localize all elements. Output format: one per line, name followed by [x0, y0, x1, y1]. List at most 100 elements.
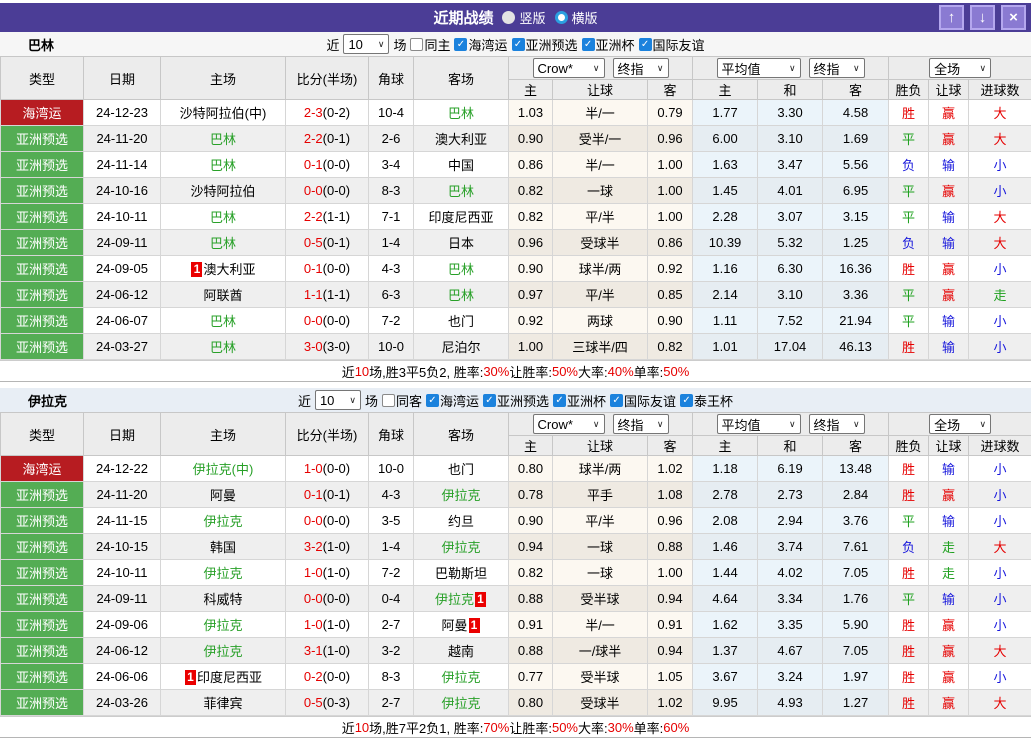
title-area: 近期战绩 竖版 横版 [0, 7, 1031, 28]
match-row: 亚洲预选24-10-16沙特阿拉伯0-0(0-0)8-3巴林0.82一球1.00… [1, 178, 1031, 204]
view-option-horizontal[interactable]: 横版 [555, 8, 598, 27]
odds-away: 0.88 [648, 534, 693, 560]
odds-away: 0.79 [648, 100, 693, 126]
result-goals: 大 [969, 100, 1031, 126]
competition-checkbox[interactable]: ✓ [680, 394, 693, 407]
final-odds-select-2[interactable]: 终指∨ [809, 414, 865, 434]
move-up-button[interactable]: ↑ [939, 5, 964, 30]
result-goals: 小 [969, 612, 1031, 638]
match-row: 亚洲预选24-11-14巴林0-1(0-0)3-4中国0.86半/一1.001.… [1, 152, 1031, 178]
chevron-down-icon: ∨ [593, 419, 600, 430]
avg-draw: 5.32 [758, 230, 823, 256]
match-row: 亚洲预选24-03-26菲律宾0-5(0-3)2-7伊拉克0.80受球半1.02… [1, 690, 1031, 716]
away-team-name: 阿曼 [441, 618, 467, 633]
full-match-select[interactable]: 全场∨ [929, 58, 991, 78]
arrow-down-icon: ↓ [979, 10, 987, 25]
odds-home: 0.82 [509, 178, 553, 204]
final-odds-select[interactable]: 终指∨ [613, 414, 669, 434]
view-option-vertical[interactable]: 竖版 [502, 8, 545, 27]
competition-badge: 亚洲预选 [1, 230, 84, 256]
recent-count-select[interactable]: 10∨ [315, 390, 361, 410]
close-button[interactable]: × [1001, 5, 1026, 30]
sub-column-header: 和 [758, 80, 823, 100]
competition-checkbox[interactable]: ✓ [639, 38, 652, 51]
corner-score: 8-3 [369, 664, 414, 690]
odds-home: 0.80 [509, 690, 553, 716]
halftime-score: (0-1) [323, 131, 350, 146]
score-cell: 0-0(0-0) [286, 308, 369, 334]
home-team-cell: 阿曼 [161, 482, 286, 508]
competition-checkbox[interactable]: ✓ [454, 38, 467, 51]
competition-badge: 亚洲预选 [1, 534, 84, 560]
home-team-cell: 巴林 [161, 152, 286, 178]
average-odds-select-value: 平均值 [722, 59, 761, 78]
match-date: 24-06-07 [84, 308, 161, 334]
column-header: 主场 [161, 413, 286, 456]
match-row: 亚洲预选24-06-12阿联酋1-1(1-1)6-3巴林0.97平/半0.852… [1, 282, 1031, 308]
avg-home: 1.11 [693, 308, 758, 334]
summary-segment: 近 [342, 362, 355, 381]
summary-segment: 单率: [634, 362, 664, 381]
avg-home: 2.08 [693, 508, 758, 534]
away-team-name: 伊拉克 [441, 696, 480, 711]
odds-handicap: 受半球 [553, 664, 648, 690]
avg-away: 46.13 [823, 334, 889, 360]
competition-checkbox[interactable]: ✓ [512, 38, 525, 51]
corner-score: 7-2 [369, 308, 414, 334]
competition-checkbox[interactable]: ✓ [582, 38, 595, 51]
odds-select-group: Crow*∨ 终指∨ [509, 57, 693, 80]
fulltime-score: 2-3 [304, 105, 323, 120]
move-down-button[interactable]: ↓ [970, 5, 995, 30]
home-team-cell: 阿联酋 [161, 282, 286, 308]
fulltime-score: 3-1 [304, 643, 323, 658]
same-venue-checkbox[interactable] [410, 38, 423, 51]
competition-checkbox[interactable]: ✓ [610, 394, 623, 407]
result-outcome: 负 [889, 230, 929, 256]
odds-home: 0.97 [509, 282, 553, 308]
odds-away: 0.94 [648, 638, 693, 664]
avg-draw: 3.07 [758, 204, 823, 230]
bookmaker-select[interactable]: Crow*∨ [533, 414, 605, 434]
competition-checkbox[interactable]: ✓ [426, 394, 439, 407]
average-odds-select[interactable]: 平均值∨ [717, 414, 801, 434]
result-outcome: 负 [889, 534, 929, 560]
column-header: 角球 [369, 413, 414, 456]
bookmaker-select[interactable]: Crow*∨ [533, 58, 605, 78]
odds-handicap: 两球 [553, 308, 648, 334]
odds-away: 1.00 [648, 178, 693, 204]
odds-away: 1.00 [648, 560, 693, 586]
home-team-name: 伊拉克 [203, 514, 242, 529]
summary-segment: 30% [608, 720, 634, 735]
final-odds-select[interactable]: 终指∨ [613, 58, 669, 78]
away-team-cell: 巴林 [414, 256, 509, 282]
team-name: 巴林 [28, 35, 54, 54]
score-cell: 2-2(0-1) [286, 126, 369, 152]
avg-away: 1.69 [823, 126, 889, 152]
competition-checkbox[interactable]: ✓ [483, 394, 496, 407]
final-odds-select-2[interactable]: 终指∨ [809, 58, 865, 78]
same-venue-checkbox[interactable] [382, 394, 395, 407]
home-team-cell: 巴林 [161, 204, 286, 230]
odds-select-group: 全场∨ [889, 413, 1031, 436]
halftime-score: (0-1) [323, 487, 350, 502]
column-header: 类型 [1, 413, 84, 456]
recent-count-select[interactable]: 10∨ [343, 34, 389, 54]
avg-draw: 4.01 [758, 178, 823, 204]
home-team-cell: 1印度尼西亚 [161, 664, 286, 690]
odds-home: 0.91 [509, 612, 553, 638]
score-cell: 1-0(1-0) [286, 612, 369, 638]
competition-checkbox[interactable]: ✓ [553, 394, 566, 407]
match-row: 亚洲预选24-10-15韩国3-2(1-0)1-4伊拉克0.94一球0.881.… [1, 534, 1031, 560]
away-team-cell: 巴勒斯坦 [414, 560, 509, 586]
result-handicap: 走 [929, 534, 969, 560]
match-row: 亚洲预选24-09-11科威特0-0(0-0)0-4伊拉克10.88受半球0.9… [1, 586, 1031, 612]
home-team-name: 菲律宾 [203, 696, 242, 711]
average-odds-select[interactable]: 平均值∨ [717, 58, 801, 78]
average-odds-select-value: 平均值 [722, 415, 761, 434]
result-outcome: 胜 [889, 638, 929, 664]
full-match-select[interactable]: 全场∨ [929, 414, 991, 434]
score-cell: 1-0(0-0) [286, 456, 369, 482]
odds-handicap: 受半球 [553, 586, 648, 612]
result-goals: 小 [969, 586, 1031, 612]
result-outcome: 胜 [889, 690, 929, 716]
